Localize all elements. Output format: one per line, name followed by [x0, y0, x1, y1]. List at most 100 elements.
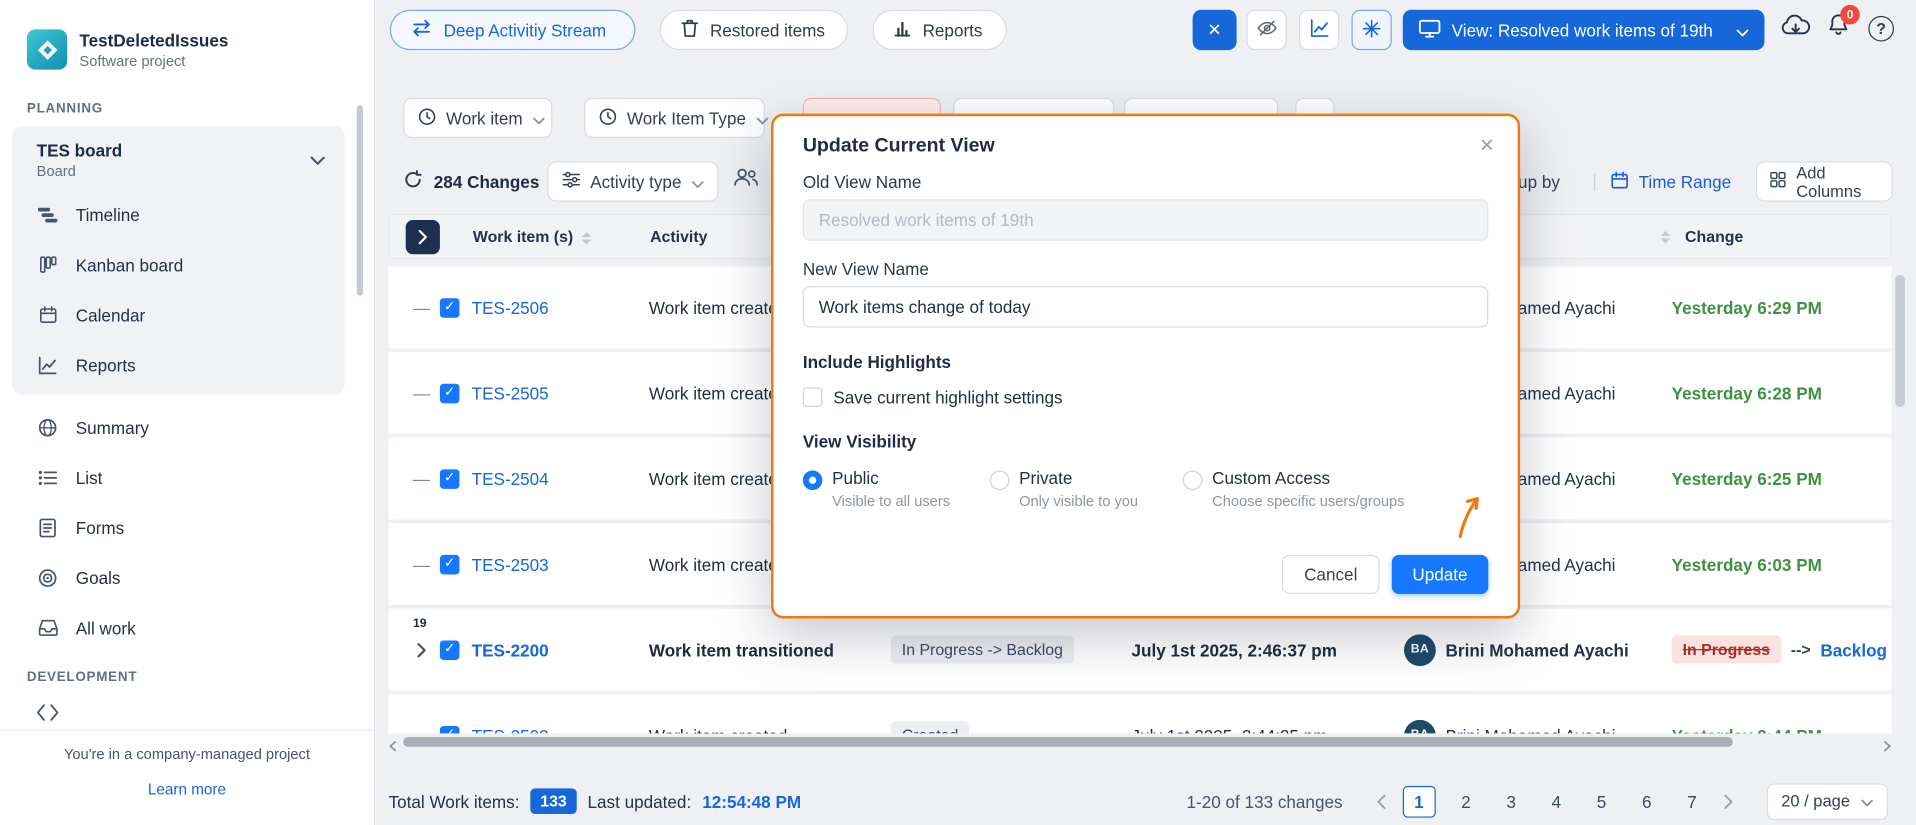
clock-icon	[418, 107, 436, 129]
sidebar-item-forms[interactable]: Forms	[0, 502, 374, 552]
horizontal-scrollbar[interactable]	[389, 735, 1892, 750]
learn-more-link[interactable]: Learn more	[148, 781, 226, 798]
visibility-option-public[interactable]: Public Visible to all users	[803, 468, 990, 510]
change-time: Yesterday 6:29 PM	[1672, 298, 1822, 318]
table-row[interactable]: 19 ✓ TES-2200 Work item transitioned In …	[389, 609, 1892, 691]
work-item-key[interactable]: TES-2504	[472, 469, 549, 489]
restored-items-label: Restored items	[710, 20, 825, 40]
code-icon	[37, 705, 59, 721]
add-columns-button[interactable]: Add Columns	[1756, 161, 1893, 201]
sidebar-item-list[interactable]: List	[0, 452, 374, 502]
page-number[interactable]: 3	[1496, 785, 1525, 817]
export-download-button[interactable]	[1780, 15, 1811, 42]
page-number[interactable]: 1	[1402, 785, 1435, 817]
sidebar-item-all-work[interactable]: All work	[0, 603, 374, 653]
users-filter-button[interactable]	[733, 167, 759, 190]
sidebar-item-timeline[interactable]: Timeline	[12, 189, 344, 239]
next-page-button[interactable]	[1723, 794, 1734, 809]
page-number[interactable]: 4	[1542, 785, 1571, 817]
radio-icon[interactable]	[990, 471, 1010, 491]
deep-activity-stream-button[interactable]: Deep Activitiy Stream	[390, 10, 636, 50]
visibility-option-private[interactable]: Private Only visible to you	[990, 468, 1183, 510]
avatar: BA	[1404, 634, 1436, 666]
update-button[interactable]: Update	[1392, 555, 1489, 594]
visibility-option-custom-access[interactable]: Custom Access Choose specific users/grou…	[1183, 468, 1405, 510]
project-name: TestDeletedIssues	[79, 30, 228, 50]
grid-icon	[1769, 171, 1786, 192]
expand-row-button[interactable]	[417, 642, 427, 657]
sidebar-item-calendar[interactable]: Calendar	[12, 290, 344, 340]
horizontal-scrollbar-thumb[interactable]	[403, 737, 1732, 747]
work-item-filter[interactable]: Work item	[403, 98, 552, 138]
page-number[interactable]: 7	[1677, 785, 1706, 817]
chevron-down-icon	[310, 150, 325, 170]
page-size-select[interactable]: 20 / page	[1767, 783, 1888, 820]
chevron-down-icon	[1861, 792, 1873, 810]
work-item-type-filter-label: Work Item Type	[627, 108, 746, 128]
help-button[interactable]: ?	[1868, 16, 1894, 42]
restored-items-button[interactable]: Restored items	[660, 10, 848, 50]
sidebar-item-goals[interactable]: Goals	[0, 552, 374, 602]
table-row[interactable]: — ✓ TES-2502 Work item created Created J…	[389, 694, 1892, 733]
option-subtitle: Visible to all users	[832, 493, 950, 510]
people-icon	[733, 171, 759, 191]
page-number[interactable]: 6	[1632, 785, 1661, 817]
no-expand-dash: —	[413, 298, 430, 318]
scroll-left-icon[interactable]	[389, 736, 398, 756]
row-checkbox[interactable]: ✓	[440, 298, 460, 318]
sidebar-item-summary[interactable]: Summary	[0, 402, 374, 452]
work-item-key[interactable]: TES-2505	[472, 383, 549, 403]
cancel-button[interactable]: Cancel	[1282, 555, 1379, 594]
column-header-change[interactable]: Change	[1670, 227, 1890, 245]
modal-close-button[interactable]: ✕	[1479, 134, 1494, 156]
work-item-key[interactable]: TES-2506	[472, 298, 549, 318]
row-checkbox[interactable]: ✓	[440, 469, 460, 489]
sidebar-item-kanban-board[interactable]: Kanban board	[12, 240, 344, 290]
column-header-work-item[interactable]: Work item (s)	[473, 227, 650, 245]
expand-all-button[interactable]	[406, 219, 440, 253]
highlights-checkbox[interactable]	[803, 387, 823, 407]
sidebar-scrollbar[interactable]	[357, 105, 363, 296]
save-highlights-option[interactable]: Save current highlight settings	[803, 387, 1489, 407]
vertical-scrollbar[interactable]	[1895, 275, 1905, 407]
close-stream-button[interactable]: ✕	[1193, 10, 1237, 50]
work-item-key[interactable]: TES-2503	[472, 554, 549, 574]
notifications-button[interactable]: 0	[1828, 13, 1849, 39]
sidebar-item-label: Forms	[76, 518, 124, 538]
option-title: Private	[1019, 468, 1138, 488]
line-chart-icon	[37, 355, 59, 375]
board-switcher[interactable]: TES board Board	[12, 136, 344, 190]
highlight-settings-button[interactable]	[1351, 10, 1391, 50]
radio-icon[interactable]	[1183, 471, 1203, 491]
page-number[interactable]: 2	[1451, 785, 1480, 817]
sidebar-item-reports[interactable]: Reports	[12, 340, 344, 390]
page-size-value: 20 / page	[1781, 792, 1850, 810]
work-item-key[interactable]: TES-2502	[472, 725, 549, 733]
radio-selected-icon[interactable]	[803, 471, 823, 491]
view-selector-button[interactable]: View: Resolved work items of 19th	[1403, 10, 1765, 50]
pagination-range: 1-20 of 133 changes	[1187, 791, 1343, 811]
update-view-modal: Update Current View ✕ Old View Name New …	[771, 114, 1520, 619]
page-number[interactable]: 5	[1587, 785, 1616, 817]
prev-page-button[interactable]	[1376, 794, 1387, 809]
work-item-key[interactable]: TES-2200	[472, 640, 549, 660]
chart-view-button[interactable]	[1299, 10, 1339, 50]
row-checkbox[interactable]: ✓	[440, 640, 460, 660]
sort-icon[interactable]	[582, 232, 592, 244]
scroll-right-icon[interactable]	[1883, 736, 1892, 756]
row-checkbox[interactable]: ✓	[440, 383, 460, 403]
check-icon: ✓	[444, 472, 455, 485]
activity-type-filter[interactable]: Activity type	[547, 161, 718, 201]
work-item-type-filter[interactable]: Work Item Type	[584, 98, 765, 138]
row-checkbox[interactable]: ✓	[440, 554, 460, 574]
sort-icon[interactable]	[1661, 230, 1671, 242]
changes-counter[interactable]: 284 Changes	[403, 161, 539, 201]
sidebar-item-partial[interactable]	[37, 704, 374, 721]
reports-button[interactable]: Reports	[872, 10, 1006, 50]
row-checkbox[interactable]: ✓	[440, 725, 460, 733]
time-range-button[interactable]: Time Range	[1611, 161, 1732, 201]
visibility-options: Public Visible to all users Private Only…	[803, 468, 1489, 510]
hide-columns-button[interactable]	[1246, 10, 1286, 50]
new-view-name-input[interactable]	[803, 286, 1489, 328]
refresh-icon	[403, 170, 423, 193]
